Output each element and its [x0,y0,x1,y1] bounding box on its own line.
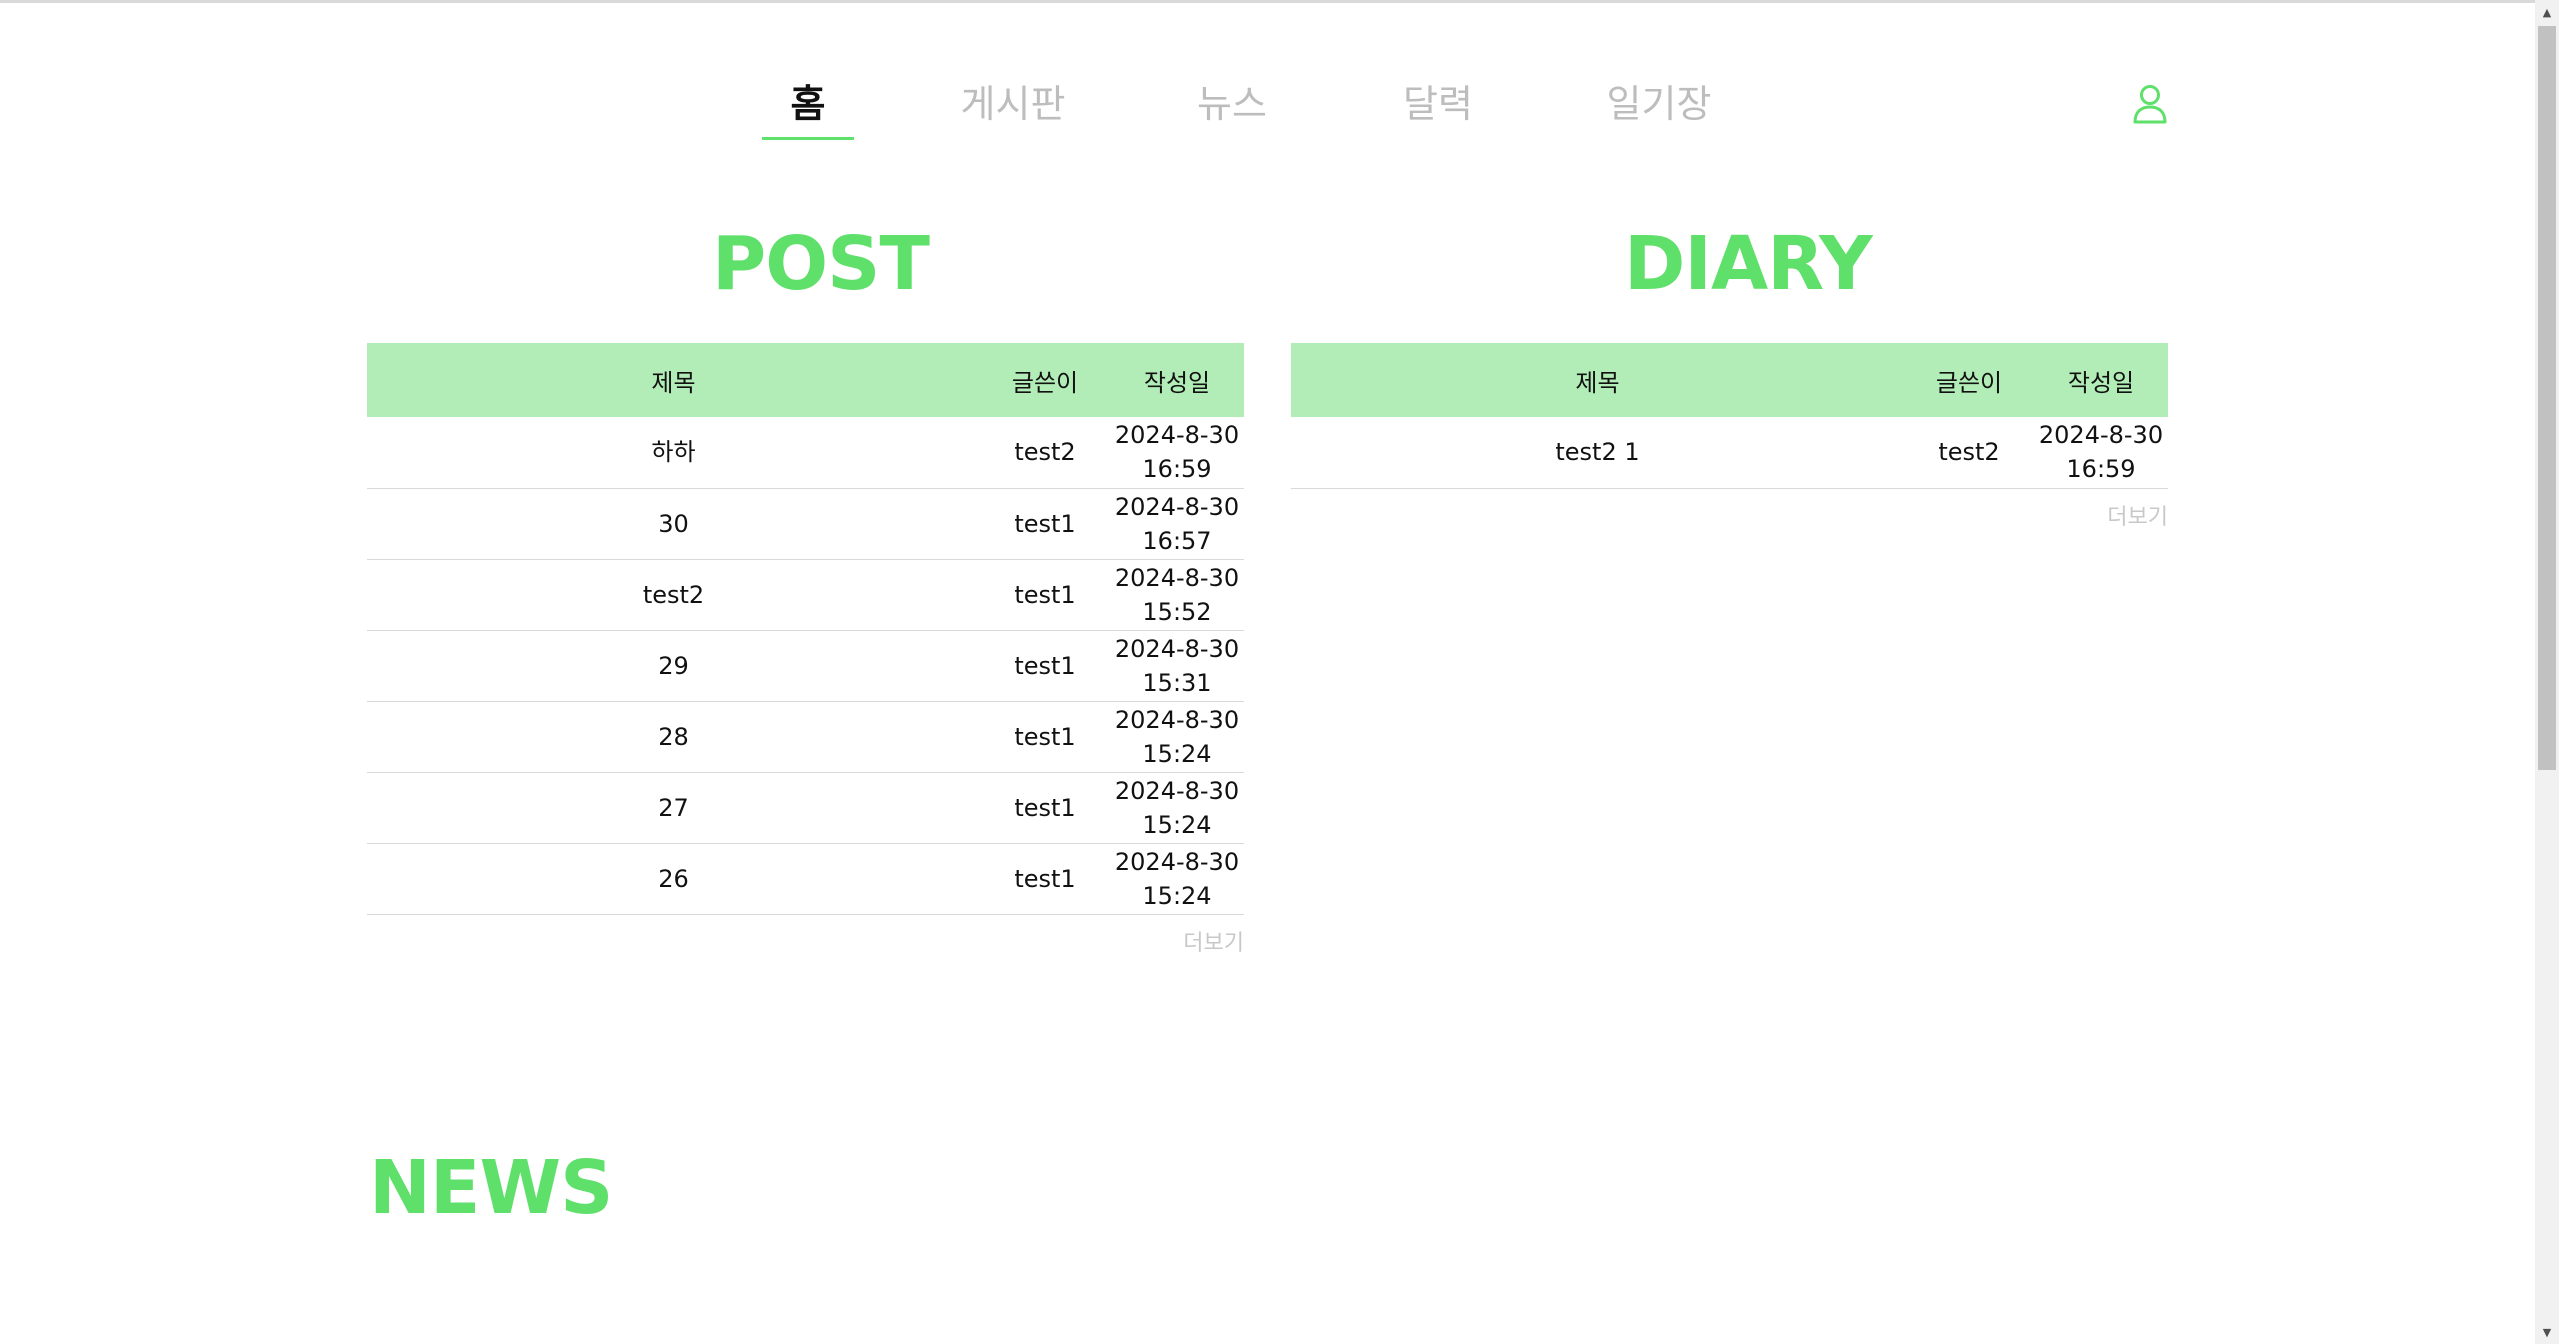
scroll-down-arrow-icon[interactable]: ▼ [2535,1320,2559,1344]
table-row[interactable]: 30 test1 2024-8-30 16:57 [367,488,1244,560]
post-writer-cell: test1 [980,488,1110,560]
post-time: 15:31 [1142,668,1212,697]
scroll-thumb[interactable] [2538,26,2556,770]
post-date: 2024-8-30 [1114,705,1240,734]
table-header-row: 제목 글쓴이 작성일 [1291,343,2168,417]
column-header-title: 제목 [651,368,696,397]
diary-section-title: DIARY [1624,221,1873,307]
table-row[interactable]: 26 test1 2024-8-30 15:24 [367,843,1244,915]
table-row[interactable]: 28 test1 2024-8-30 15:24 [367,701,1244,773]
post-time: 15:24 [1142,810,1212,839]
post-time: 15:24 [1142,881,1212,910]
post-date-cell: 2024-8-30 15:24 [1110,701,1244,773]
diary-date: 2024-8-30 [2038,421,2164,450]
diary-time: 16:59 [2066,455,2136,484]
post-writer-cell: test1 [980,559,1110,631]
table-row[interactable]: 27 test1 2024-8-30 15:24 [367,772,1244,844]
post-date: 2024-8-30 [1114,421,1240,450]
column-header-writer: 글쓴이 [1935,368,2003,397]
vertical-scrollbar[interactable]: ▲ ▼ [2535,0,2559,1344]
post-title-cell[interactable]: 29 [367,630,980,702]
nav-item-board[interactable]: 게시판 [958,74,1068,134]
table-row[interactable]: test2 test1 2024-8-30 15:52 [367,559,1244,631]
nav-item-calendar[interactable]: 달력 [1398,74,1478,134]
top-border [0,0,2535,3]
table-row[interactable]: test2 1 test2 2024-8-30 16:59 [1291,417,2168,489]
nav-item-news[interactable]: 뉴스 [1192,74,1272,134]
post-writer-cell: test1 [980,843,1110,915]
nav-item-home[interactable]: 홈 [762,74,854,140]
post-time: 16:59 [1142,455,1212,484]
post-title-cell[interactable]: test2 [367,559,980,631]
post-board: 제목 글쓴이 작성일 하하 test2 2024-8-30 16:59 30 te… [367,343,1244,957]
post-date: 2024-8-30 [1114,563,1240,592]
post-date: 2024-8-30 [1114,634,1240,663]
post-time: 15:24 [1142,739,1212,768]
user-icon[interactable] [2133,84,2167,124]
post-more-link[interactable]: 더보기 [367,925,1244,957]
post-date-cell: 2024-8-30 15:24 [1110,843,1244,915]
post-date-cell: 2024-8-30 15:31 [1110,630,1244,702]
post-section-title: POST [712,221,930,307]
nav-item-diary[interactable]: 일기장 [1604,74,1714,134]
column-header-date: 작성일 [2067,368,2135,397]
table-row[interactable]: 29 test1 2024-8-30 15:31 [367,630,1244,702]
scroll-up-arrow-icon[interactable]: ▲ [2535,0,2559,24]
post-title-cell[interactable]: 28 [367,701,980,773]
column-header-date: 작성일 [1143,368,1211,397]
diary-board: 제목 글쓴이 작성일 test2 1 test2 2024-8-30 16:59 … [1291,343,2168,531]
post-date: 2024-8-30 [1114,776,1240,805]
post-table: 제목 글쓴이 작성일 하하 test2 2024-8-30 16:59 30 te… [367,343,1244,915]
post-title-cell[interactable]: 26 [367,843,980,915]
diary-writer-cell: test2 [1904,417,2034,489]
post-date: 2024-8-30 [1114,492,1240,521]
table-row[interactable]: 하하 test2 2024-8-30 16:59 [367,417,1244,489]
diary-title-cell[interactable]: test2 1 [1291,417,1904,489]
post-date-cell: 2024-8-30 15:24 [1110,772,1244,844]
diary-date-cell: 2024-8-30 16:59 [2034,417,2168,489]
post-title-cell[interactable]: 27 [367,772,980,844]
post-time: 15:52 [1142,597,1212,626]
diary-table: 제목 글쓴이 작성일 test2 1 test2 2024-8-30 16:59 [1291,343,2168,489]
column-header-title: 제목 [1575,368,1620,397]
column-header-writer: 글쓴이 [1011,368,1079,397]
post-title-cell[interactable]: 하하 [367,417,980,489]
post-writer-cell: test2 [980,417,1110,489]
post-writer-cell: test1 [980,701,1110,773]
post-date-cell: 2024-8-30 16:57 [1110,488,1244,560]
post-time: 16:57 [1142,526,1212,555]
diary-more-link[interactable]: 더보기 [1291,499,2168,531]
news-section-title: NEWS [369,1145,613,1231]
post-title-cell[interactable]: 30 [367,488,980,560]
post-writer-cell: test1 [980,630,1110,702]
post-date: 2024-8-30 [1114,847,1240,876]
table-header-row: 제목 글쓴이 작성일 [367,343,1244,417]
post-writer-cell: test1 [980,772,1110,844]
post-date-cell: 2024-8-30 16:59 [1110,417,1244,489]
post-date-cell: 2024-8-30 15:52 [1110,559,1244,631]
